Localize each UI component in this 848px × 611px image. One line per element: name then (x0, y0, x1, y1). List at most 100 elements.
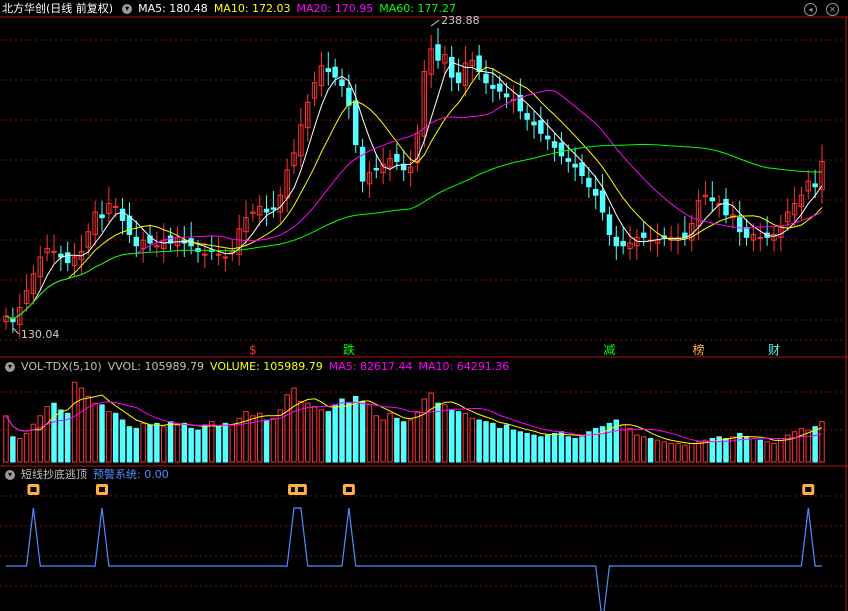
volume-bar (284, 394, 290, 463)
event-marker: $ (249, 343, 257, 357)
volume-bar (490, 422, 496, 463)
buy-marker-icon-inner (297, 487, 304, 492)
volume-bar (263, 419, 270, 463)
volume-bar (764, 441, 770, 463)
candle-body (558, 142, 565, 157)
volume-bar (147, 424, 153, 463)
volume-bar (544, 434, 551, 463)
candle-body (606, 214, 613, 236)
candle-body (599, 190, 606, 213)
volume-bar (627, 427, 633, 463)
volume-bar (675, 443, 681, 463)
volume-bar (407, 419, 414, 463)
candle-body (613, 236, 620, 247)
volume-bar (695, 441, 702, 463)
candle-body (126, 215, 133, 236)
volume-bar (778, 437, 784, 463)
volume-bar (586, 431, 592, 463)
volume-bar (222, 422, 229, 463)
volume-bar (311, 406, 318, 463)
volume-bar (16, 437, 23, 463)
event-marker: 榜 (693, 342, 705, 357)
candle-body (455, 72, 462, 84)
candle-body (270, 207, 277, 210)
candle-body (112, 205, 119, 208)
candle-body (483, 73, 489, 84)
volume-bar (208, 421, 215, 463)
buy-marker-icon-inner (30, 487, 37, 492)
volume-bar (503, 424, 510, 463)
low-pointer (12, 327, 20, 335)
volume-bar (332, 404, 338, 463)
candle-body (119, 208, 126, 221)
volume-bar (325, 411, 332, 463)
candle-body (579, 162, 585, 176)
volume-bar (160, 426, 167, 463)
chart-window: 北方华创(日线 前复权) ▾ MA5: 180.48 MA10: 172.03 MA20… (0, 0, 848, 611)
volume-bar (572, 437, 578, 463)
candle-body (565, 158, 572, 162)
volume-bar (394, 417, 400, 463)
high-label: 238.88 (441, 14, 480, 27)
candle-body (133, 236, 140, 247)
candle-body (154, 245, 160, 248)
volume-bar (167, 421, 174, 463)
volume-bar (551, 432, 558, 463)
candlestick-chart[interactable]: 238.88 130.04 $ 跌 减 榜 财 (0, 0, 848, 611)
volume-bar (140, 422, 146, 463)
candle-body (723, 198, 729, 216)
volume-bar (496, 427, 503, 463)
candle-body (812, 183, 818, 188)
buy-marker-icon-inner (345, 487, 352, 492)
volume-bar (58, 409, 64, 463)
volume-bar (23, 432, 30, 463)
volume-bar (736, 432, 743, 463)
volume-bar (579, 436, 585, 463)
volume-bar (654, 439, 661, 463)
event-marker: 跌 (343, 342, 355, 357)
volume-bar (106, 411, 112, 463)
candle-body (496, 83, 503, 92)
candle-body (743, 226, 750, 238)
volume-bar (647, 437, 654, 463)
volume-bar (119, 419, 126, 463)
candle-body (352, 100, 359, 146)
ma5-line (5, 61, 823, 320)
candle-body (373, 167, 380, 171)
volume-bar (476, 419, 482, 463)
volume-bar (640, 436, 647, 463)
volume-bar (298, 401, 304, 463)
volume-bar (510, 429, 517, 463)
volume-bar (448, 409, 455, 463)
volume-bar (112, 412, 119, 463)
volume-bar (174, 424, 181, 463)
volume-bar (414, 411, 421, 463)
candle-body (215, 253, 222, 256)
volume-bar (538, 436, 544, 463)
volume-bar (798, 427, 805, 463)
volume-bar (469, 417, 476, 463)
volume-bar (346, 402, 352, 463)
volume-bar (723, 437, 729, 463)
volume-bar (668, 443, 674, 463)
volume-bar (229, 424, 236, 463)
volume-bar (291, 387, 297, 463)
candle-body (551, 141, 558, 148)
candle-body (586, 177, 592, 188)
volume-bar (188, 427, 194, 463)
volume-bar (64, 412, 71, 463)
volume-bar (37, 415, 44, 463)
volume-bar (373, 415, 380, 463)
candle-body (99, 214, 105, 219)
volume-bar (517, 431, 524, 463)
candle-body (640, 232, 647, 238)
ma20-line (5, 89, 823, 320)
volume-bar (483, 421, 489, 463)
volume-bar (133, 427, 140, 463)
volume-bar (215, 426, 222, 463)
volume-bar (366, 404, 373, 463)
volume-bar (743, 436, 750, 463)
volume-bar (565, 436, 572, 463)
volume-bar (791, 431, 798, 463)
candle-body (394, 153, 400, 162)
